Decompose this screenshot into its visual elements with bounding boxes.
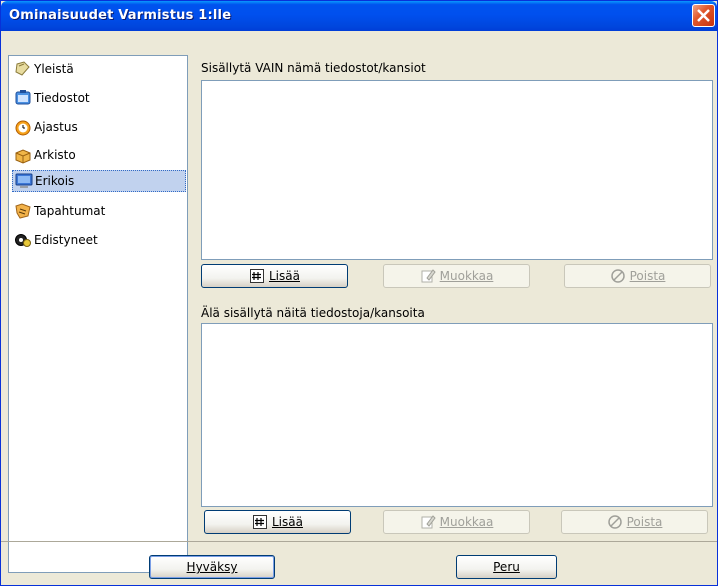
sidebar-item-label: Edistyneet <box>34 233 98 247</box>
include-add-button[interactable]: Lisää <box>201 264 348 288</box>
sidebar-item-label: Tiedostot <box>34 91 90 105</box>
sidebar-item-schedule[interactable]: Ajastus <box>12 116 186 138</box>
advanced-icon <box>15 234 31 247</box>
title-bar[interactable]: Ominaisuudet Varmistus 1:lle <box>1 1 717 31</box>
exclude-remove-label: Poista <box>626 515 663 529</box>
include-remove-label: Poista <box>629 269 666 283</box>
general-icon <box>15 61 30 76</box>
window-title: Ominaisuudet Varmistus 1:lle <box>9 8 232 23</box>
cancel-label: Peru <box>493 560 520 574</box>
exclude-edit-button[interactable]: Muokkaa <box>383 510 530 534</box>
cancel-button[interactable]: Peru <box>456 555 557 579</box>
sidebar-item-label: Ajastus <box>34 120 78 134</box>
edit-icon <box>421 269 436 283</box>
exclude-edit-label: Muokkaa <box>439 515 494 529</box>
exclude-label: Älä sisällytä näitä tiedostoja/kansoita <box>201 306 425 320</box>
ok-button[interactable]: Hyväksy <box>149 555 275 579</box>
edit-icon <box>421 515 436 529</box>
clock-icon <box>15 120 31 136</box>
footer-divider <box>1 541 717 542</box>
exclude-add-button[interactable]: Lisää <box>204 510 351 534</box>
ok-label: Hyväksy <box>186 560 238 574</box>
events-icon <box>15 203 31 219</box>
archive-icon <box>15 149 31 164</box>
include-edit-label: Muokkaa <box>439 269 494 283</box>
close-icon <box>697 9 710 22</box>
files-icon <box>15 90 31 105</box>
sidebar-item-files[interactable]: Tiedostot <box>12 87 186 109</box>
include-list[interactable] <box>201 80 713 260</box>
category-list[interactable]: Yleistä Tiedostot Ajastus Arkisto Erikoi… <box>8 55 188 573</box>
add-icon <box>250 269 264 283</box>
sidebar-item-label: Tapahtumat <box>34 204 106 218</box>
sidebar-item-label: Erikois <box>35 174 75 188</box>
include-add-label: Lisää <box>269 269 300 283</box>
sidebar-item-archive[interactable]: Arkisto <box>12 144 186 166</box>
sidebar-item-general[interactable]: Yleistä <box>12 58 186 80</box>
sidebar-item-label: Yleistä <box>34 62 74 76</box>
close-button[interactable] <box>692 4 715 27</box>
exclude-remove-button[interactable]: Poista <box>561 510 708 534</box>
include-remove-button[interactable]: Poista <box>564 264 711 288</box>
sidebar-item-advanced[interactable]: Edistyneet <box>12 229 186 251</box>
monitor-icon <box>15 173 33 188</box>
exclude-add-label: Lisää <box>272 515 303 529</box>
sidebar-item-special[interactable]: Erikois <box>12 170 186 192</box>
dialog-window: Ominaisuudet Varmistus 1:lle Yleistä Tie… <box>0 0 718 586</box>
sidebar-item-events[interactable]: Tapahtumat <box>12 200 186 222</box>
sidebar-item-label: Arkisto <box>34 148 76 162</box>
remove-icon <box>607 515 622 529</box>
include-edit-button[interactable]: Muokkaa <box>383 264 530 288</box>
remove-icon <box>610 269 625 283</box>
exclude-list[interactable] <box>201 323 713 507</box>
add-icon <box>253 515 267 529</box>
include-label: Sisällytä VAIN nämä tiedostot/kansiot <box>201 61 426 75</box>
